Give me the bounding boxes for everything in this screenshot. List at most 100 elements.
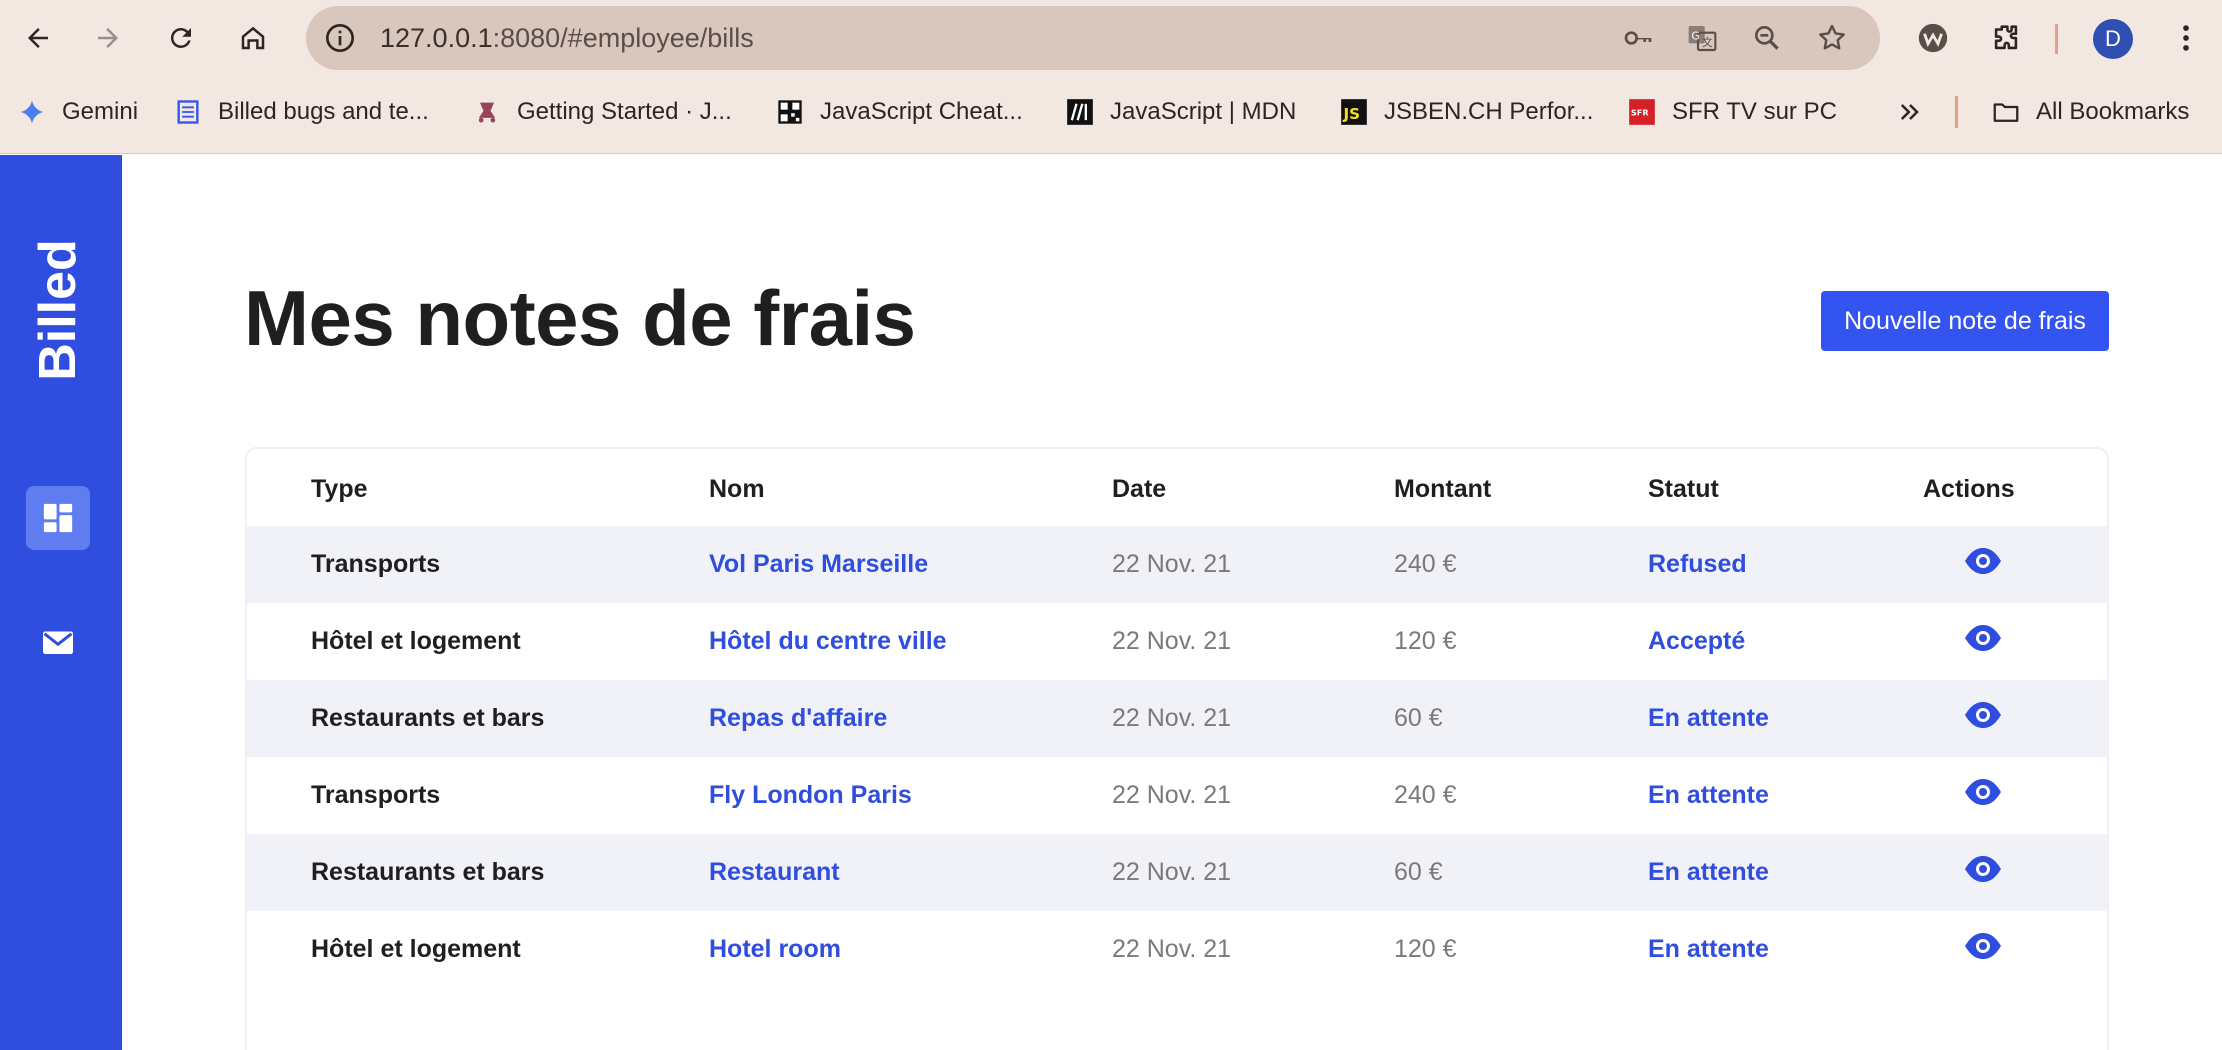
bookmark-jest[interactable]: Getting Started · J... bbox=[471, 94, 732, 130]
reload-icon bbox=[170, 27, 191, 48]
bookmark-label: SFR TV sur PC bbox=[1672, 98, 1837, 125]
column-header-date: Date bbox=[1112, 475, 1167, 503]
profile-avatar[interactable]: D bbox=[2093, 19, 2133, 59]
cell-statut: En attente bbox=[1648, 935, 1769, 963]
url-text: 127.0.0.1:8080/#employee/bills bbox=[380, 22, 754, 54]
address-bar[interactable]: 127.0.0.1:8080/#employee/bills G文 bbox=[306, 6, 1880, 70]
cell-date: 22 Nov. 21 bbox=[1112, 935, 1232, 963]
cell-nom: Repas d'affaire bbox=[709, 704, 888, 732]
home-icon bbox=[241, 26, 265, 50]
table-row: Transports Fly London Paris 22 Nov. 21 2… bbox=[247, 757, 2107, 834]
svg-text:G: G bbox=[1691, 29, 1699, 42]
url-path: :8080/#employee/bills bbox=[492, 23, 754, 53]
cell-nom: Hotel room bbox=[709, 935, 841, 963]
bookmark-label: Gemini bbox=[62, 98, 139, 125]
gemini-sparkle-icon bbox=[16, 96, 48, 128]
bookmarks-overflow-button[interactable] bbox=[1896, 94, 1924, 130]
bookmark-gemini[interactable]: Gemini bbox=[16, 94, 138, 130]
password-key-icon[interactable] bbox=[1620, 20, 1656, 56]
bookmark-js-cheat[interactable]: JavaScript Cheat... bbox=[774, 94, 1023, 130]
column-header-actions: Actions bbox=[1923, 475, 2015, 503]
new-bill-button[interactable]: Nouvelle note de frais bbox=[1821, 291, 2109, 351]
cell-statut: En attente bbox=[1648, 858, 1769, 886]
cell-montant: 60 € bbox=[1394, 704, 1443, 732]
table-row: Hôtel et logement Hôtel du centre ville … bbox=[247, 603, 2107, 680]
cell-montant: 120 € bbox=[1394, 627, 1457, 655]
column-header-type: Type bbox=[311, 475, 368, 503]
table-row: Restaurants et bars Restaurant 22 Nov. 2… bbox=[247, 834, 2107, 911]
cell-type: Hôtel et logement bbox=[311, 935, 521, 963]
back-button[interactable] bbox=[16, 16, 60, 60]
column-header-statut: Statut bbox=[1648, 475, 1719, 503]
folder-icon bbox=[1990, 96, 2022, 128]
cell-type: Restaurants et bars bbox=[311, 704, 545, 732]
bookmark-star-icon[interactable] bbox=[1814, 20, 1850, 56]
brand-logo: Billed bbox=[29, 239, 87, 381]
cell-date: 22 Nov. 21 bbox=[1112, 627, 1232, 655]
sfr-icon: SFR bbox=[1626, 96, 1658, 128]
all-bookmarks-button[interactable]: All Bookmarks bbox=[1990, 94, 2189, 130]
cell-nom: Restaurant bbox=[709, 858, 840, 886]
mdn-icon bbox=[1064, 96, 1096, 128]
cell-nom: Fly London Paris bbox=[709, 781, 912, 809]
bookmark-mdn[interactable]: JavaScript | MDN bbox=[1064, 94, 1296, 130]
bookmarks-bar: Gemini Billed bugs and te... Getting Sta… bbox=[0, 88, 2222, 136]
svg-text:SFR: SFR bbox=[1631, 108, 1649, 118]
eye-icon[interactable] bbox=[1963, 546, 2003, 576]
cell-date: 22 Nov. 21 bbox=[1112, 704, 1232, 732]
bookmarks-divider bbox=[1955, 96, 1958, 128]
table-row: Restaurants et bars Repas d'affaire 22 N… bbox=[247, 680, 2107, 757]
browser-chrome: 127.0.0.1:8080/#employee/bills G文 D Gemi… bbox=[0, 0, 2222, 154]
column-header-nom: Nom bbox=[709, 475, 765, 503]
zoom-icon[interactable] bbox=[1749, 20, 1785, 56]
cell-montant: 60 € bbox=[1394, 858, 1443, 886]
bookmark-billed-bugs[interactable]: Billed bugs and te... bbox=[172, 94, 429, 130]
sidebar-item-dashboard[interactable] bbox=[26, 486, 90, 550]
cell-montant: 240 € bbox=[1394, 550, 1457, 578]
translate-icon[interactable]: G文 bbox=[1684, 20, 1720, 56]
cell-type: Transports bbox=[311, 781, 441, 809]
cell-montant: 120 € bbox=[1394, 935, 1457, 963]
menu-kebab-icon[interactable] bbox=[2166, 18, 2206, 58]
eye-icon[interactable] bbox=[1963, 931, 2003, 961]
mail-icon bbox=[43, 631, 73, 654]
extension-w-icon[interactable] bbox=[1913, 18, 1953, 58]
cell-statut: En attente bbox=[1648, 781, 1769, 809]
eye-icon[interactable] bbox=[1963, 623, 2003, 653]
forward-button[interactable] bbox=[86, 16, 130, 60]
reload-button[interactable] bbox=[159, 16, 203, 60]
cell-type: Hôtel et logement bbox=[311, 627, 521, 655]
cell-nom: Vol Paris Marseille bbox=[709, 550, 929, 578]
bookmark-label: Billed bugs and te... bbox=[218, 98, 429, 125]
cell-date: 22 Nov. 21 bbox=[1112, 858, 1232, 886]
cell-statut: Refused bbox=[1648, 550, 1747, 578]
eye-icon[interactable] bbox=[1963, 700, 2003, 730]
page-title: Mes notes de frais bbox=[244, 274, 916, 362]
sidebar-item-mail[interactable] bbox=[26, 610, 90, 674]
cell-date: 22 Nov. 21 bbox=[1112, 781, 1232, 809]
app-sidebar: Billed bbox=[0, 155, 122, 1050]
eye-icon[interactable] bbox=[1963, 854, 2003, 884]
browser-toolbar: 127.0.0.1:8080/#employee/bills G文 D bbox=[0, 0, 2222, 76]
bookmark-jsben[interactable]: JS JSBEN.CH Perfor... bbox=[1338, 94, 1593, 130]
cell-statut: Accepté bbox=[1648, 627, 1746, 655]
main-content: Mes notes de frais Nouvelle note de frai… bbox=[122, 155, 2222, 1050]
toolbar-divider bbox=[2055, 24, 2058, 54]
all-bookmarks-label: All Bookmarks bbox=[2036, 98, 2190, 125]
url-host: 127.0.0.1 bbox=[380, 23, 493, 53]
svg-text:文: 文 bbox=[1702, 36, 1713, 49]
cell-type: Transports bbox=[311, 550, 441, 578]
eye-icon[interactable] bbox=[1963, 777, 2003, 807]
bookmark-sfr[interactable]: SFR SFR TV sur PC bbox=[1626, 94, 1837, 130]
bookmark-label: Getting Started · J... bbox=[517, 98, 732, 125]
bookmark-label: JSBEN.CH Perfor... bbox=[1384, 98, 1594, 125]
bills-table: Type Nom Date Montant Statut Actions Tra… bbox=[245, 447, 2109, 1050]
cell-montant: 240 € bbox=[1394, 781, 1457, 809]
back-arrow-icon bbox=[28, 28, 48, 48]
js-icon: JS bbox=[1338, 96, 1370, 128]
home-button[interactable] bbox=[231, 16, 275, 60]
extensions-puzzle-icon[interactable] bbox=[1986, 18, 2026, 58]
table-row: Transports Vol Paris Marseille 22 Nov. 2… bbox=[247, 526, 2107, 603]
site-info-icon[interactable] bbox=[324, 22, 356, 54]
column-header-montant: Montant bbox=[1394, 475, 1492, 503]
